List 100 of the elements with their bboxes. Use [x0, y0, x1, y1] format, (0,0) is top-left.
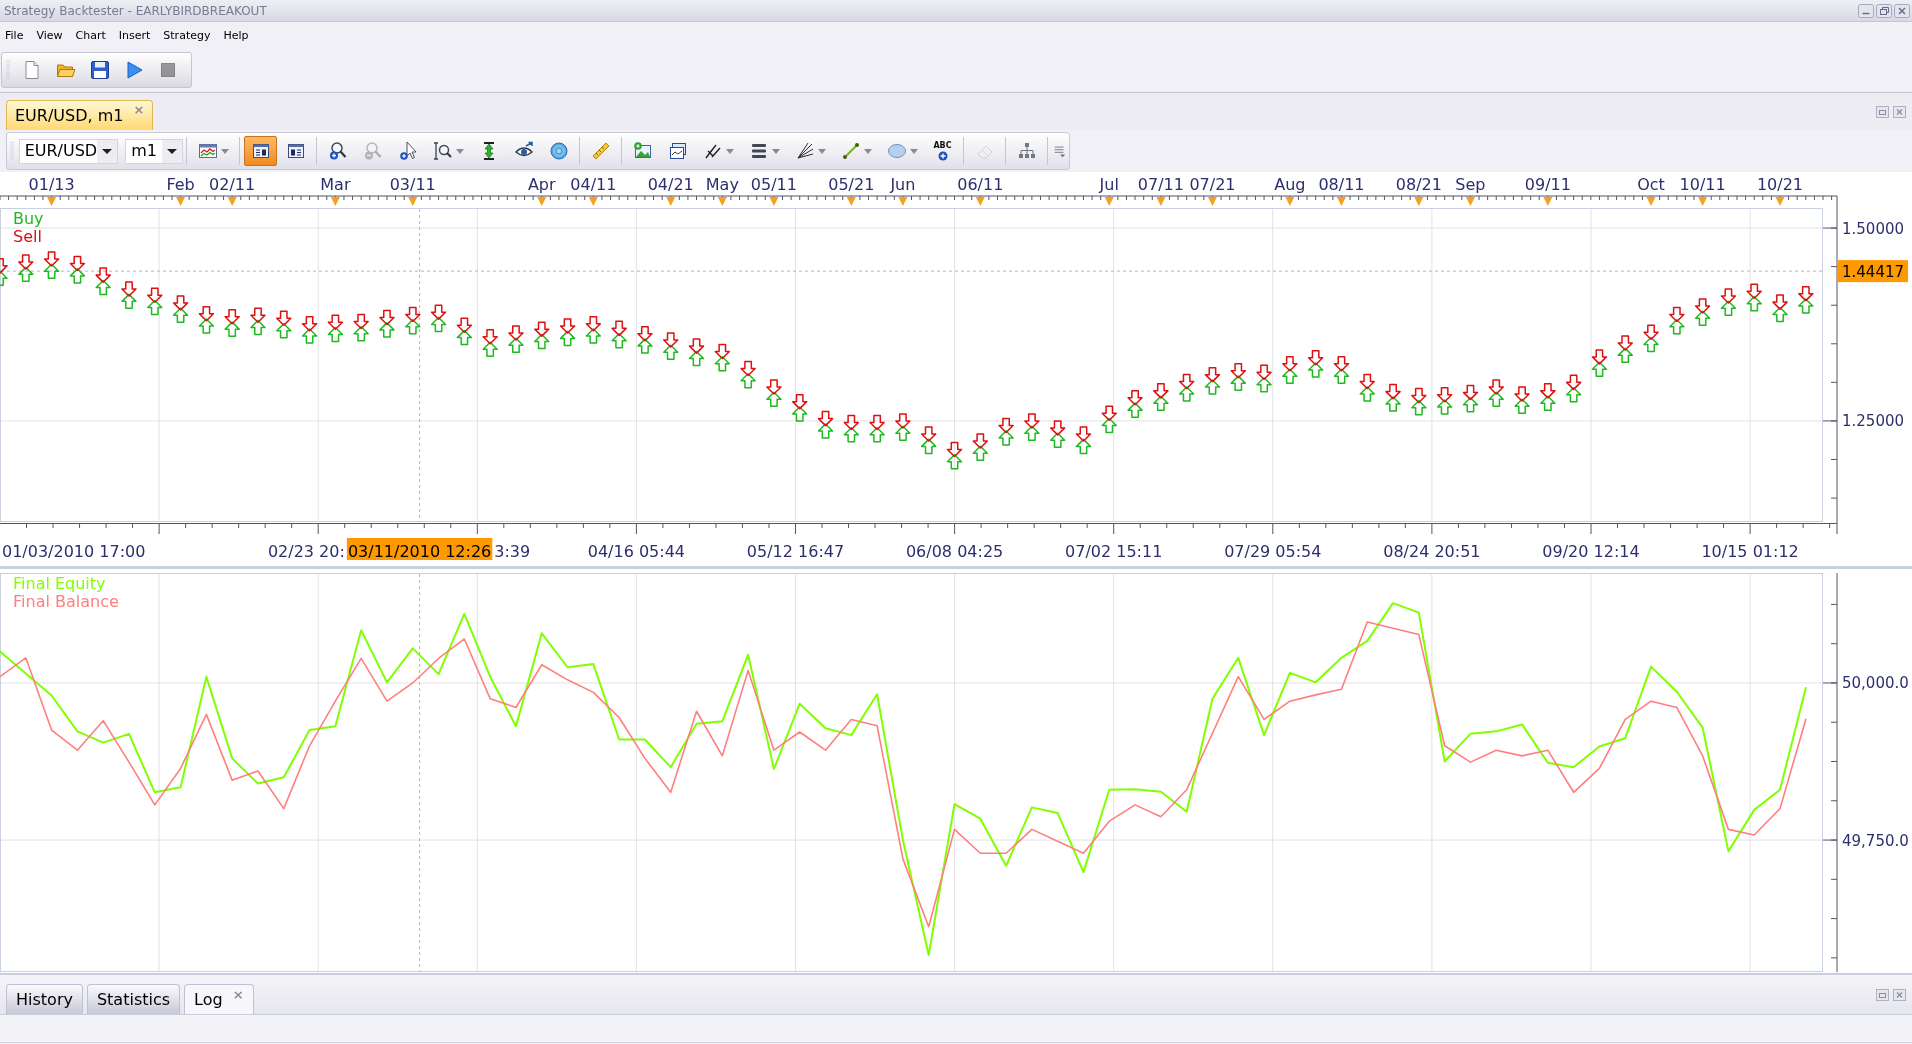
tick-marker-icon — [1698, 197, 1708, 206]
caret-icon[interactable] — [162, 139, 182, 163]
up-arrow-marker — [1436, 399, 1453, 415]
time-label: 02/23 20: — [267, 542, 345, 561]
down-arrow-marker — [1540, 383, 1556, 399]
document-icon[interactable] — [22, 60, 42, 80]
up-arrow-marker — [1772, 306, 1788, 323]
down-arrow-marker — [172, 295, 189, 311]
ruler-icon[interactable] — [590, 141, 611, 161]
window-title: Strategy Backtester - EARLYBIRDBREAKOUT — [3, 4, 267, 17]
time-label: 04/16 05:44 — [587, 542, 686, 561]
down-arrow-marker — [301, 315, 318, 332]
date-label: Sep — [1455, 175, 1486, 194]
down-arrow-marker — [998, 417, 1014, 434]
fan-lines-icon[interactable] — [795, 141, 815, 161]
up-arrow-marker — [379, 322, 395, 338]
tick-marker-icon — [1414, 197, 1424, 206]
play-icon[interactable] — [124, 60, 144, 80]
down-arrow-marker — [1669, 306, 1685, 323]
up-arrow-marker — [1282, 368, 1298, 384]
zoom-in-icon[interactable] — [327, 141, 348, 161]
up-arrow-marker — [791, 406, 808, 422]
date-label: 02/11 — [209, 175, 256, 194]
line-icon[interactable] — [841, 141, 861, 161]
panel-tab[interactable]: History — [6, 984, 83, 1014]
down-arrow-marker — [1049, 420, 1066, 436]
panel-toggle-button[interactable] — [244, 136, 277, 166]
panel-icon[interactable] — [285, 141, 306, 161]
panel-tab[interactable]: Statistics — [86, 984, 181, 1014]
chart-tab[interactable]: EUR/USD, m1 × — [6, 100, 154, 130]
legend-label: Sell — [13, 227, 42, 246]
period-dropdown[interactable]: m1 — [125, 138, 183, 164]
down-arrow-marker — [1514, 386, 1530, 402]
restore-icon[interactable] — [1876, 3, 1892, 18]
cursor-icon[interactable] — [397, 141, 418, 161]
globe-icon[interactable] — [548, 141, 569, 161]
up-arrow-marker — [405, 319, 421, 335]
up-arrow-marker — [663, 344, 679, 360]
time-label: 3:39 — [494, 542, 531, 561]
list-icon[interactable] — [749, 141, 769, 161]
plus-icon[interactable] — [937, 150, 948, 161]
date-label: 04/11 — [570, 175, 617, 194]
up-arrow-marker — [121, 293, 137, 310]
up-arrow-marker — [1591, 361, 1608, 377]
window-icon[interactable] — [667, 141, 688, 161]
instrument-dropdown[interactable]: EUR/USD — [18, 138, 119, 164]
restore-icon[interactable] — [1876, 988, 1889, 1001]
close-icon[interactable] — [1894, 3, 1910, 18]
menu-item[interactable]: Strategy — [163, 29, 211, 41]
close-icon[interactable] — [1893, 105, 1906, 118]
up-arrow-marker — [1746, 295, 1762, 312]
line-chart-icon[interactable] — [198, 141, 218, 161]
close-icon[interactable] — [1893, 988, 1906, 1001]
up-arrow-marker — [688, 350, 705, 367]
tick-marker-icon — [176, 197, 186, 206]
time-label: 01/03/2010 17:00 — [2, 542, 146, 561]
down-arrow-marker — [1178, 373, 1195, 390]
tick-marker-icon — [1156, 197, 1166, 206]
up-arrow-marker — [147, 299, 163, 316]
hierarchy-icon[interactable] — [1016, 141, 1037, 161]
down-arrow-marker — [1101, 405, 1118, 421]
down-arrow-marker — [1282, 356, 1298, 372]
image-icon[interactable] — [632, 141, 653, 161]
axis-value-label: 49,750.0 — [1842, 831, 1909, 850]
up-arrow-marker — [637, 338, 653, 354]
menu-item[interactable]: Insert — [118, 29, 151, 41]
menu-item[interactable]: File — [5, 29, 24, 41]
minimize-icon[interactable] — [1858, 3, 1874, 18]
panel-icon[interactable] — [250, 141, 271, 161]
tick-marker-icon — [1465, 197, 1475, 206]
menu-item[interactable]: Help — [223, 29, 249, 41]
down-arrow-marker — [69, 255, 86, 272]
up-arrow-marker — [817, 423, 834, 439]
down-arrow-marker — [1024, 413, 1040, 429]
menu-item[interactable]: Chart — [75, 29, 106, 41]
up-arrow-marker — [1798, 298, 1814, 314]
up-arrow-marker — [482, 341, 498, 357]
save-icon[interactable] — [90, 60, 110, 80]
panel-tab[interactable]: Log × — [184, 984, 254, 1014]
menu-item[interactable]: View — [36, 29, 63, 41]
up-arrow-marker — [1669, 319, 1685, 335]
text-button[interactable]: ABC — [926, 136, 959, 166]
down-arrow-marker — [1385, 383, 1401, 400]
restore-icon[interactable] — [1876, 105, 1889, 118]
down-arrow-marker — [1359, 373, 1375, 390]
down-arrow-marker — [1694, 298, 1711, 314]
down-arrow-marker — [327, 314, 344, 330]
date-label: May — [705, 175, 739, 194]
ellipse-icon[interactable] — [887, 141, 907, 161]
up-arrow-marker — [1643, 336, 1659, 353]
caret-icon[interactable] — [97, 139, 118, 163]
up-arrow-marker — [69, 268, 86, 284]
zoom-icon[interactable] — [433, 141, 453, 161]
down-arrow-marker — [1333, 356, 1350, 372]
down-arrow-marker — [1643, 324, 1659, 340]
date-label: Mar — [320, 175, 351, 194]
down-arrow-marker — [1462, 384, 1479, 401]
crosshair-price-label: 1.44417 — [1838, 260, 1909, 283]
down-arrow-marker — [353, 313, 369, 330]
down-arrow-marker — [121, 281, 137, 297]
